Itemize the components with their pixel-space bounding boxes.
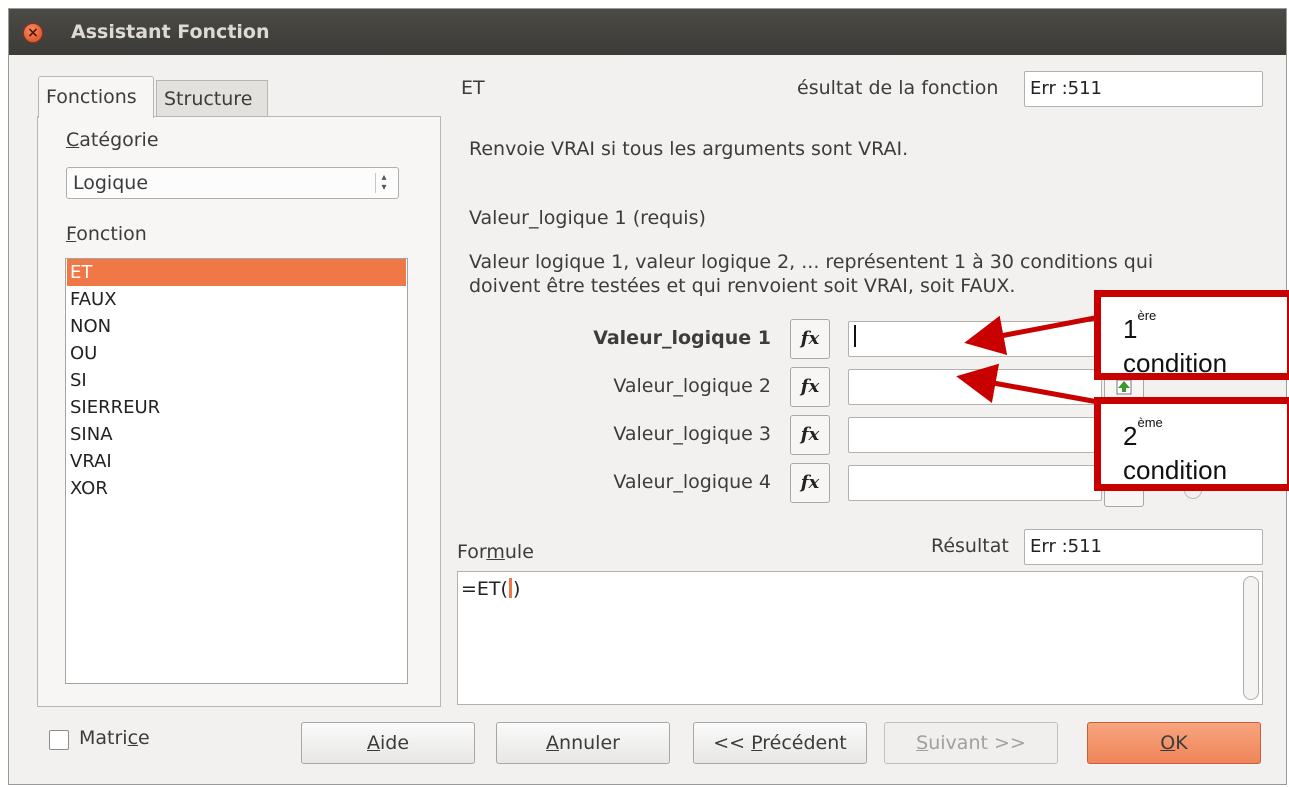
- tab-functions-label: Fonctions: [46, 86, 137, 108]
- annotation-arrows: [956, 315, 1099, 405]
- callout-condition-1: 1ère condition: [1094, 290, 1289, 380]
- callout-condition-2: 2ème condition: [1094, 397, 1289, 491]
- arrow-condition-1: [964, 315, 1096, 356]
- tab-functions[interactable]: Fonctions: [38, 76, 154, 118]
- arrow-condition-2: [956, 363, 1099, 405]
